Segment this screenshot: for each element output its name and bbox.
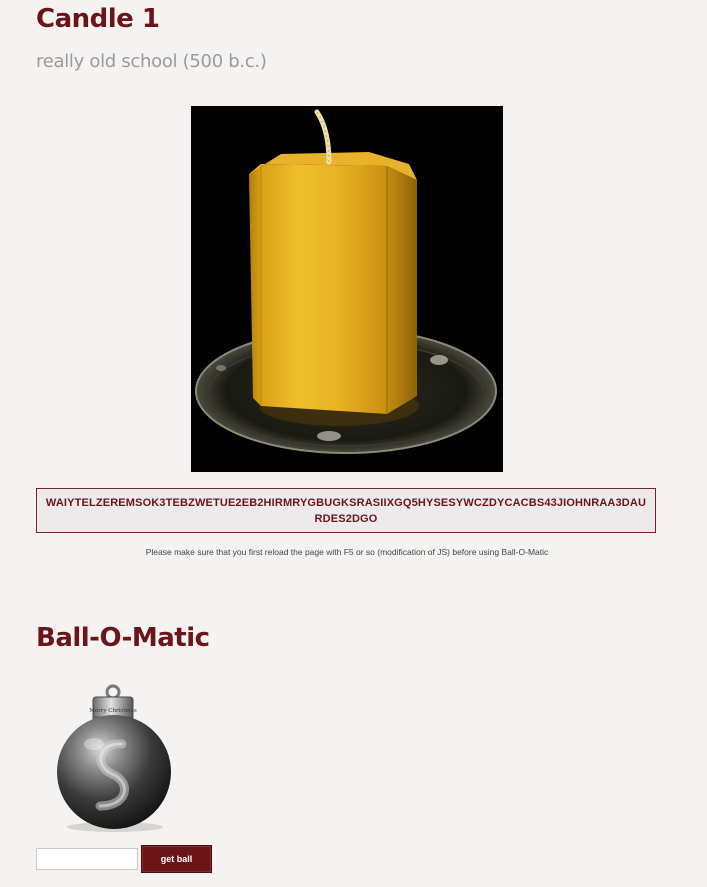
get-ball-button[interactable]: get ball xyxy=(141,845,212,873)
reload-notice: Please make sure that you first reload t… xyxy=(145,547,549,557)
candle-subtitle: really old school (500 b.c.) xyxy=(36,51,267,72)
ball-o-matic-title: Ball-O-Matic xyxy=(36,623,210,653)
candle-title: Candle 1 xyxy=(36,4,160,34)
christmas-ball-image: Merry Christmas xyxy=(50,684,180,834)
candle-image xyxy=(191,106,503,472)
ornament-cap-text: Merry Christmas xyxy=(89,708,137,714)
code-box: WAIYTELZEREMSOK3TEBZWETUE2EB2HIRMRYGBUGK… xyxy=(36,488,656,533)
ball-input[interactable] xyxy=(36,848,138,870)
